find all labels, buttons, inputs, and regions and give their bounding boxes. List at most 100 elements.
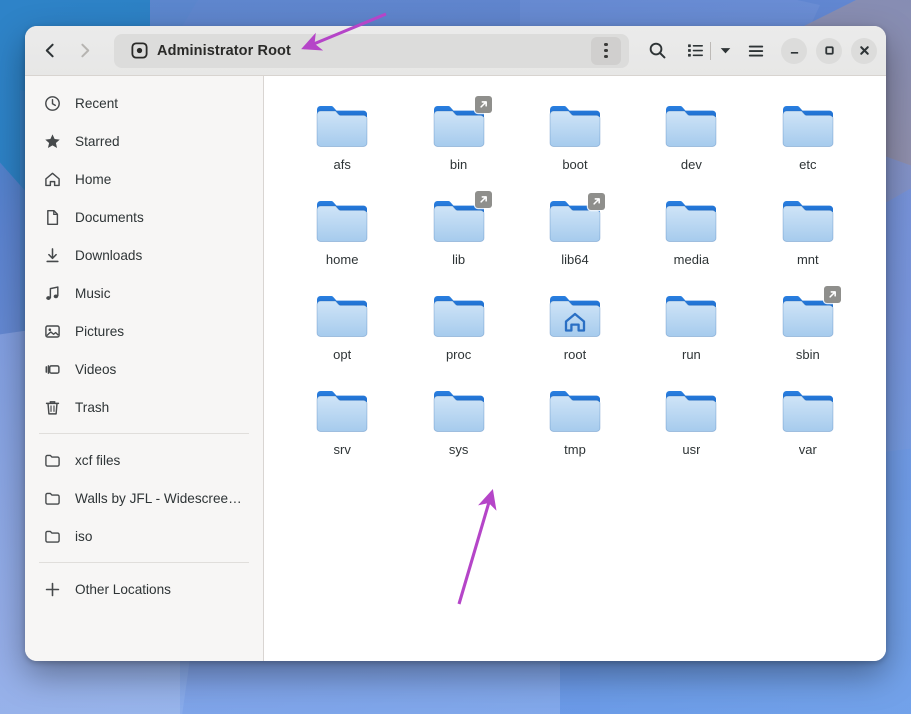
file-item-proc[interactable]: proc bbox=[400, 284, 516, 362]
file-item-lib[interactable]: lib bbox=[400, 189, 516, 267]
sidebar-item-label: Home bbox=[75, 172, 111, 187]
file-item-label: tmp bbox=[564, 442, 586, 457]
sidebar-item-label: Pictures bbox=[75, 324, 124, 339]
view-options-dropdown-button[interactable] bbox=[713, 35, 737, 67]
sidebar-item-label: iso bbox=[75, 529, 92, 544]
file-item-afs[interactable]: afs bbox=[284, 94, 400, 172]
main-menu-button[interactable] bbox=[740, 35, 772, 67]
file-item-usr[interactable]: usr bbox=[633, 379, 749, 457]
window-headerbar: Administrator Root bbox=[25, 26, 886, 76]
file-icon-wrapper bbox=[543, 286, 607, 342]
folder-icon bbox=[432, 292, 486, 340]
file-item-tmp[interactable]: tmp bbox=[517, 379, 633, 457]
file-icon-wrapper bbox=[310, 286, 374, 342]
file-item-bin[interactable]: bin bbox=[400, 94, 516, 172]
minimize-button[interactable] bbox=[781, 38, 807, 64]
file-item-label: usr bbox=[682, 442, 700, 457]
file-item-label: run bbox=[682, 347, 701, 362]
file-item-run[interactable]: run bbox=[633, 284, 749, 362]
folder-icon bbox=[548, 387, 602, 435]
file-item-boot[interactable]: boot bbox=[517, 94, 633, 172]
sidebar-divider bbox=[39, 562, 249, 563]
file-item-label: opt bbox=[333, 347, 351, 362]
sidebar-item-walls-by-jfl[interactable]: Walls by JFL - Widescreen (... bbox=[33, 479, 255, 517]
chevron-left-icon bbox=[42, 42, 59, 59]
sidebar-item-downloads[interactable]: Downloads bbox=[33, 236, 255, 274]
sidebar-item-music[interactable]: Music bbox=[33, 274, 255, 312]
file-item-var[interactable]: var bbox=[750, 379, 866, 457]
sidebar-item-trash[interactable]: Trash bbox=[33, 388, 255, 426]
folder-icon bbox=[315, 387, 369, 435]
headerbar-right-controls bbox=[641, 35, 877, 67]
file-icon-wrapper bbox=[659, 286, 723, 342]
file-icon-wrapper bbox=[659, 96, 723, 152]
file-grid-area[interactable]: afs bin bbox=[264, 76, 886, 661]
file-icon-wrapper bbox=[310, 191, 374, 247]
sidebar-item-recent[interactable]: Recent bbox=[33, 84, 255, 122]
file-item-label: srv bbox=[334, 442, 351, 457]
search-button[interactable] bbox=[641, 35, 673, 67]
file-item-dev[interactable]: dev bbox=[633, 94, 749, 172]
close-button[interactable] bbox=[851, 38, 877, 64]
path-overflow-menu-button[interactable] bbox=[591, 37, 621, 65]
sidebar-item-xcf-files[interactable]: xcf files bbox=[33, 441, 255, 479]
folder-icon bbox=[781, 102, 835, 150]
sidebar-item-other-locations[interactable]: Other Locations bbox=[33, 570, 255, 608]
file-item-media[interactable]: media bbox=[633, 189, 749, 267]
file-icon-wrapper bbox=[427, 286, 491, 342]
view-list-button[interactable] bbox=[682, 35, 708, 67]
file-item-etc[interactable]: etc bbox=[750, 94, 866, 172]
sidebar-item-label: xcf files bbox=[75, 453, 120, 468]
file-item-root[interactable]: root bbox=[517, 284, 633, 362]
file-item-sys[interactable]: sys bbox=[400, 379, 516, 457]
folder-icon bbox=[43, 451, 61, 469]
file-item-lib64[interactable]: lib64 bbox=[517, 189, 633, 267]
back-button[interactable] bbox=[34, 35, 66, 67]
folder-icon bbox=[781, 387, 835, 435]
sidebar-item-starred[interactable]: Starred bbox=[33, 122, 255, 160]
file-item-label: bin bbox=[450, 157, 467, 172]
file-item-label: sys bbox=[449, 442, 469, 457]
file-item-home[interactable]: home bbox=[284, 189, 400, 267]
file-icon-wrapper bbox=[427, 381, 491, 437]
file-icon-wrapper bbox=[776, 286, 840, 342]
file-item-label: boot bbox=[562, 157, 587, 172]
vertical-dots-icon bbox=[604, 43, 607, 58]
file-item-label: sbin bbox=[796, 347, 820, 362]
sidebar-item-documents[interactable]: Documents bbox=[33, 198, 255, 236]
file-icon-wrapper bbox=[543, 381, 607, 437]
folder-icon bbox=[664, 102, 718, 150]
path-button-administrator-root[interactable]: Administrator Root bbox=[122, 39, 300, 62]
sidebar-item-iso[interactable]: iso bbox=[33, 517, 255, 555]
file-icon-wrapper bbox=[776, 381, 840, 437]
toolbar-separator bbox=[710, 42, 711, 60]
file-item-mnt[interactable]: mnt bbox=[750, 189, 866, 267]
file-item-opt[interactable]: opt bbox=[284, 284, 400, 362]
desktop: Administrator Root bbox=[0, 0, 911, 714]
file-item-label: proc bbox=[446, 347, 471, 362]
symlink-emblem-icon bbox=[588, 193, 605, 210]
folder-icon bbox=[664, 387, 718, 435]
file-item-label: mnt bbox=[797, 252, 819, 267]
sidebar-item-videos[interactable]: Videos bbox=[33, 350, 255, 388]
file-icon-wrapper bbox=[543, 96, 607, 152]
view-mode-group bbox=[682, 35, 737, 67]
symlink-emblem-icon bbox=[475, 96, 492, 113]
folder-icon bbox=[43, 527, 61, 545]
sidebar-item-label: Documents bbox=[75, 210, 144, 225]
chevron-right-icon bbox=[76, 42, 93, 59]
folder-icon bbox=[315, 102, 369, 150]
file-manager-window: Administrator Root bbox=[25, 26, 886, 661]
sidebar-item-home[interactable]: Home bbox=[33, 160, 255, 198]
file-item-label: media bbox=[674, 252, 709, 267]
forward-button[interactable] bbox=[68, 35, 100, 67]
document-icon bbox=[43, 208, 61, 226]
file-item-srv[interactable]: srv bbox=[284, 379, 400, 457]
maximize-button[interactable] bbox=[816, 38, 842, 64]
file-item-label: root bbox=[564, 347, 586, 362]
file-item-label: home bbox=[326, 252, 359, 267]
sidebar-item-pictures[interactable]: Pictures bbox=[33, 312, 255, 350]
file-item-sbin[interactable]: sbin bbox=[750, 284, 866, 362]
file-icon-wrapper bbox=[776, 191, 840, 247]
sidebar-item-label: Music bbox=[75, 286, 111, 301]
